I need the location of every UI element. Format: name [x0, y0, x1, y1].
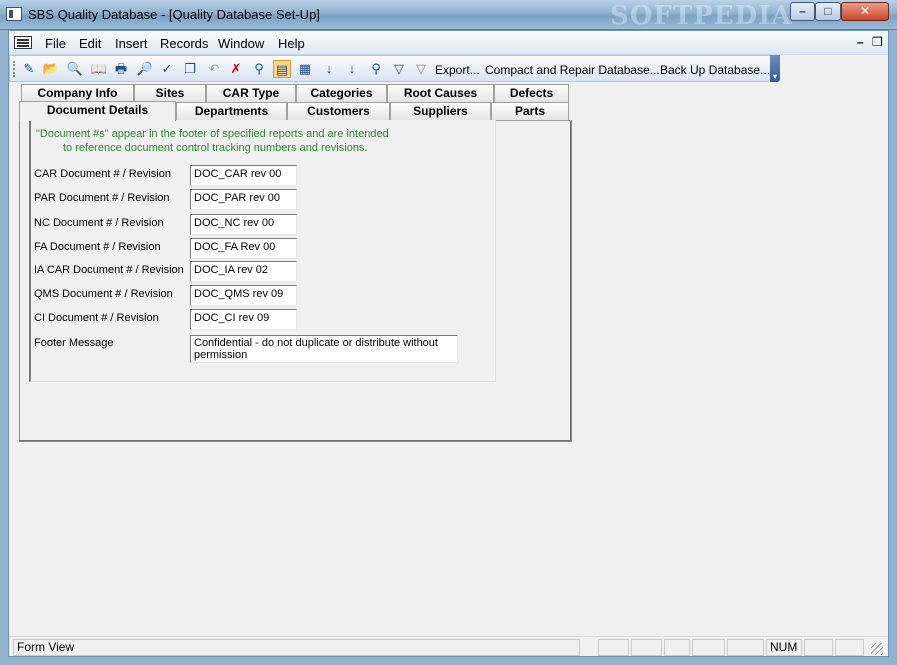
app-icon[interactable]	[6, 7, 22, 21]
mdi-minimize-button[interactable]: –	[857, 35, 864, 49]
undo-icon[interactable]: ↶	[205, 60, 223, 78]
maximize-button[interactable]: □	[815, 2, 841, 21]
info-line-1: "Document #s" appear in the footer of sp…	[36, 128, 389, 140]
menu-records[interactable]: Records	[160, 36, 208, 51]
menu-insert[interactable]: Insert	[115, 36, 148, 51]
backup-database-button[interactable]: Back Up Database...	[660, 63, 770, 77]
qms-document-field[interactable]: DOC_QMS rev 09	[190, 285, 297, 306]
tab-car-type[interactable]: CAR Type	[206, 84, 296, 102]
filter-by-selection-icon[interactable]: ⚲	[367, 60, 385, 78]
tab-company-info[interactable]: Company Info	[21, 84, 134, 102]
document-icon[interactable]	[14, 36, 32, 49]
ia-car-document-label: IA CAR Document # / Revision	[34, 264, 184, 276]
status-cell	[692, 639, 725, 656]
apply-filter-icon[interactable]: ▽	[412, 60, 430, 78]
tab-categories[interactable]: Categories	[296, 84, 387, 102]
fa-document-label: FA Document # / Revision	[34, 241, 161, 253]
status-mode: Form View	[13, 639, 580, 656]
status-num: NUM	[766, 639, 802, 656]
ci-document-field[interactable]: DOC_CI rev 09	[190, 309, 297, 330]
export-button[interactable]: Export...	[435, 63, 480, 77]
title-bar: SBS Quality Database - [Quality Database…	[0, 0, 897, 31]
toolbar-overflow-button[interactable]: ▾	[770, 55, 780, 82]
window-title: SBS Quality Database - [Quality Database…	[28, 7, 320, 22]
find-icon[interactable]: ⚲	[250, 60, 268, 78]
client-area: File Edit Insert Records Window Help – ❐…	[8, 30, 889, 657]
footer-message-field[interactable]: Confidential - do not duplicate or distr…	[190, 335, 458, 363]
tab-customers[interactable]: Customers	[287, 102, 390, 120]
footer-message-label: Footer Message	[34, 337, 114, 349]
ci-document-label: CI Document # / Revision	[34, 312, 159, 324]
minimize-button[interactable]: –	[790, 2, 815, 21]
qms-document-label: QMS Document # / Revision	[34, 288, 173, 300]
menu-window[interactable]: Window	[218, 36, 264, 51]
ia-car-document-field[interactable]: DOC_IA rev 02	[190, 261, 297, 282]
status-cell	[631, 639, 662, 656]
menu-help[interactable]: Help	[278, 36, 305, 51]
open-folder-icon[interactable]: 📂	[42, 60, 60, 78]
par-document-label: PAR Document # / Revision	[34, 192, 170, 204]
status-cell	[835, 639, 864, 656]
menu-file[interactable]: File	[45, 36, 66, 51]
tab-sites[interactable]: Sites	[134, 84, 206, 102]
info-line-2: to reference document control tracking n…	[63, 142, 368, 154]
tab-document-details[interactable]: Document Details	[19, 101, 176, 121]
delete-icon[interactable]: ✗	[227, 60, 245, 78]
menu-bar: File Edit Insert Records Window Help – ❐	[9, 31, 888, 55]
tab-parts[interactable]: Parts	[491, 102, 569, 120]
status-cell	[598, 639, 629, 656]
car-document-label: CAR Document # / Revision	[34, 168, 171, 180]
status-cell	[727, 639, 764, 656]
nc-document-label: NC Document # / Revision	[34, 217, 164, 229]
status-cell	[804, 639, 833, 656]
menu-edit[interactable]: Edit	[79, 36, 101, 51]
sort-ascending-icon[interactable]: ↓	[320, 60, 338, 78]
toolbar-grip[interactable]	[13, 61, 16, 77]
print-icon[interactable]: 🖶	[112, 60, 130, 78]
status-cell	[664, 639, 690, 656]
status-bar: Form View NUM	[9, 636, 888, 656]
car-document-field[interactable]: DOC_CAR rev 00	[190, 165, 297, 186]
design-view-icon[interactable]: ✎	[20, 60, 38, 78]
tab-defects[interactable]: Defects	[494, 84, 569, 102]
tab-departments[interactable]: Departments	[176, 102, 287, 120]
find-file-icon[interactable]: 🔍	[66, 60, 84, 78]
print-preview-icon[interactable]: 🔎	[136, 60, 154, 78]
copy-icon[interactable]: ❐	[181, 60, 199, 78]
datasheet-icon[interactable]: ▦	[296, 60, 314, 78]
tab-suppliers[interactable]: Suppliers	[390, 102, 491, 120]
tab-root-causes[interactable]: Root Causes	[387, 84, 494, 102]
spelling-icon[interactable]: ✓	[158, 60, 176, 78]
sort-descending-icon[interactable]: ↓	[343, 60, 361, 78]
watermark: SOFTPEDIA	[610, 1, 793, 31]
open-book-icon[interactable]: 📖	[90, 60, 108, 78]
par-document-field[interactable]: DOC_PAR rev 00	[190, 189, 297, 210]
mdi-restore-button[interactable]: ❐	[872, 35, 883, 49]
filter-by-form-icon[interactable]: ▽	[390, 60, 408, 78]
form-view-icon[interactable]: ▤	[273, 60, 291, 78]
fa-document-field[interactable]: DOC_FA Rev 00	[190, 238, 297, 259]
resize-grip[interactable]	[871, 643, 883, 655]
toolbar: ✎ 📂 🔍 📖 🖶 🔎 ✓ ❐ ↶ ✗ ⚲ ▤ ▦ ↓ ↓ ⚲ ▽ ▽ Expo…	[9, 55, 780, 82]
nc-document-field[interactable]: DOC_NC rev 00	[190, 214, 297, 235]
info-text: "Document #s" appear in the footer of sp…	[36, 127, 389, 155]
compact-repair-button[interactable]: Compact and Repair Database...	[485, 63, 660, 77]
close-button[interactable]: ✕	[841, 2, 889, 21]
